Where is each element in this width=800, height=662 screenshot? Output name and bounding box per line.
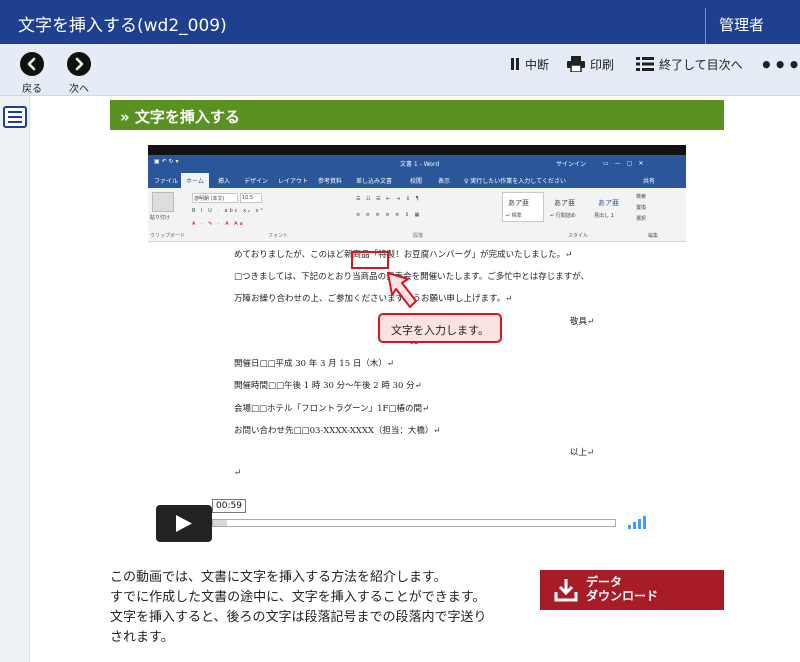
style-name: ↵ 行間詰め xyxy=(550,213,576,219)
style-sample: あア亜 xyxy=(554,199,575,207)
word-tab: 表示 xyxy=(438,178,451,185)
player-controls: 00:59 ⚙ xyxy=(148,499,686,548)
word-titlebar: ▣ ↶ ↻ ▾ 文書 1 - Word サインイン ▭ — ▢ ✕ xyxy=(148,155,686,171)
word-title: 文書 1 - Word xyxy=(400,161,440,168)
user-menu[interactable]: 管理者 xyxy=(719,14,764,35)
group-label: 編集 xyxy=(648,233,659,239)
highlight-box xyxy=(351,251,389,269)
window-controls-icon: ▭ — ▢ ✕ xyxy=(603,160,644,167)
save-icon: ▣ ↶ ↻ ▾ xyxy=(154,158,179,165)
title-bar: 文字を挿入する(wd2_009) 管理者 xyxy=(0,0,800,44)
seek-bar[interactable] xyxy=(212,519,616,527)
doc-line: めておりましたが、このほど新商品「特製！お豆腐ハンバーグ」が完成いたしました。↵ xyxy=(234,250,573,260)
doc-line: 開催時間□□午後 1 時 30 分～午後 2 時 30 分↵ xyxy=(234,381,422,391)
word-tabs: ファイル ホーム 挿入 デザイン レイアウト 参考資料 差し込み文書 校閲 表示… xyxy=(148,171,686,189)
finish-to-toc-button[interactable]: 終了して目次へ xyxy=(636,54,743,74)
pause-icon xyxy=(511,58,519,70)
download-icon xyxy=(554,579,578,602)
paste-label: 貼り付け xyxy=(150,215,171,221)
find-label: 検索 xyxy=(636,194,647,200)
pause-label: 中断 xyxy=(525,57,550,72)
select-label: 選択 xyxy=(636,216,647,222)
style-name: ↵ 標準 xyxy=(506,213,522,219)
doc-line: 会場□□ホテル「フロントラグーン」1F□椿の間↵ xyxy=(234,404,430,414)
word-tab: デザイン xyxy=(244,178,269,185)
description-line: されます。 xyxy=(110,630,174,645)
description-line: すでに作成した文書の途中に、文字を挿入することができます。 xyxy=(110,590,486,605)
word-tab: 差し込み文書 xyxy=(356,178,393,185)
play-icon xyxy=(176,515,192,532)
description-line: この動画では、文書に文字を挿入する方法を紹介します。 xyxy=(110,570,447,585)
gear-icon[interactable]: ⚙ xyxy=(656,512,670,531)
printer-icon xyxy=(567,56,585,72)
description-line: 文字を挿入すると、後ろの文字は段落記号までの段落内で字送り xyxy=(110,610,487,625)
word-tab-home: ホーム xyxy=(181,173,209,189)
group-label: フォント xyxy=(268,233,289,239)
word-signin: サインイン xyxy=(556,161,587,168)
data-download-button[interactable]: データ ダウンロード xyxy=(540,570,724,610)
next-button[interactable]: 次へ xyxy=(59,52,99,95)
doc-line: ↵ xyxy=(234,468,242,478)
group-label: スタイル xyxy=(568,233,589,239)
doc-line: 万障お繰り合わせの上、ご参加くださいますようお願い申し上げます。↵ xyxy=(234,294,513,304)
font-size-box: 10.5 xyxy=(240,193,262,203)
callout-arrow-icon xyxy=(387,272,417,308)
back-label: 戻る xyxy=(22,84,42,95)
word-tab: ファイル xyxy=(154,178,179,185)
section-header: » 文字を挿入する xyxy=(110,100,724,130)
chevron-right-icon xyxy=(67,52,91,76)
word-tab: レイアウト xyxy=(278,178,309,185)
title-separator xyxy=(705,8,706,44)
video-player[interactable]: ▣ ↶ ↻ ▾ 文書 1 - Word サインイン ▭ — ▢ ✕ ファイル ホ… xyxy=(148,145,686,548)
font-format-icons: B I U · abc x₂ x² xyxy=(192,208,265,214)
style-sample: あア亜 xyxy=(598,199,619,207)
style-name: 見出し 1 xyxy=(594,213,614,219)
paragraph-icons: ☰ ☷ ☰ ⇤ ⇥ ↕ ¶ xyxy=(356,196,421,202)
more-menu-icon[interactable]: ••• xyxy=(760,53,800,77)
download-label: データ ダウンロード xyxy=(586,575,658,603)
group-label: クリップボード xyxy=(150,233,186,239)
print-label: 印刷 xyxy=(590,57,615,72)
seek-progress xyxy=(213,520,228,526)
description: この動画では、文書に文字を挿入する方法を紹介します。 すでに作成した文書の途中に… xyxy=(110,568,510,648)
font-name-box: 游明朝 (本文) xyxy=(192,193,238,203)
callout-tooltip: 文字を入力します。 xyxy=(378,313,502,343)
word-tab: 校閲 xyxy=(410,178,423,185)
doc-line: お問い合わせ先□□03-XXXX-XXXX（担当：大橋）↵ xyxy=(234,426,441,436)
next-label: 次へ xyxy=(69,84,89,95)
word-ribbon: 貼り付け 游明朝 (本文) 10.5 B I U · abc x₂ x² A ·… xyxy=(148,188,686,242)
word-tell-me: ♀ 実行したい作業を入力してください xyxy=(464,178,566,185)
volume-icon[interactable] xyxy=(628,515,650,529)
alignment-icons: ≡ ≡ ≡ ≡ ≡ ⇕ ▦ xyxy=(356,212,422,218)
replace-label: 置換 xyxy=(636,205,647,211)
time-label: 00:59 xyxy=(212,499,246,513)
word-tab: 挿入 xyxy=(218,178,231,185)
doc-line: 開催日□□平成 30 年 3 月 15 日（木）↵ xyxy=(234,359,394,369)
pause-button[interactable]: 中断 xyxy=(510,54,549,74)
download-label-line1: データ xyxy=(586,575,623,589)
finish-to-toc-label: 終了して目次へ xyxy=(659,57,743,72)
chevron-left-icon xyxy=(20,52,44,76)
table-of-contents-icon xyxy=(636,57,654,71)
group-label: 段落 xyxy=(413,233,424,239)
play-button[interactable] xyxy=(156,505,212,542)
toolbar: 戻る 次へ 中断 印刷 終了して目次へ ••• xyxy=(0,44,800,96)
style-sample: あア亜 xyxy=(508,199,529,207)
download-label-line2: ダウンロード xyxy=(586,589,659,603)
word-screenshot: ▣ ↶ ↻ ▾ 文書 1 - Word サインイン ▭ — ▢ ✕ ファイル ホ… xyxy=(148,155,686,548)
paste-icon xyxy=(152,192,174,212)
page-title: 文字を挿入する(wd2_009) xyxy=(18,16,227,36)
doc-line: 以上↵ xyxy=(570,448,595,458)
left-rail xyxy=(0,96,30,662)
font-color-icons: A · ✎ · A Aa xyxy=(192,221,245,227)
word-share: 共有 xyxy=(643,178,656,185)
doc-line: 敬具↵ xyxy=(570,317,595,327)
print-button[interactable]: 印刷 xyxy=(567,54,614,74)
back-button[interactable]: 戻る xyxy=(12,52,52,95)
list-icon[interactable] xyxy=(3,106,27,128)
word-tab: 参考資料 xyxy=(318,178,343,185)
